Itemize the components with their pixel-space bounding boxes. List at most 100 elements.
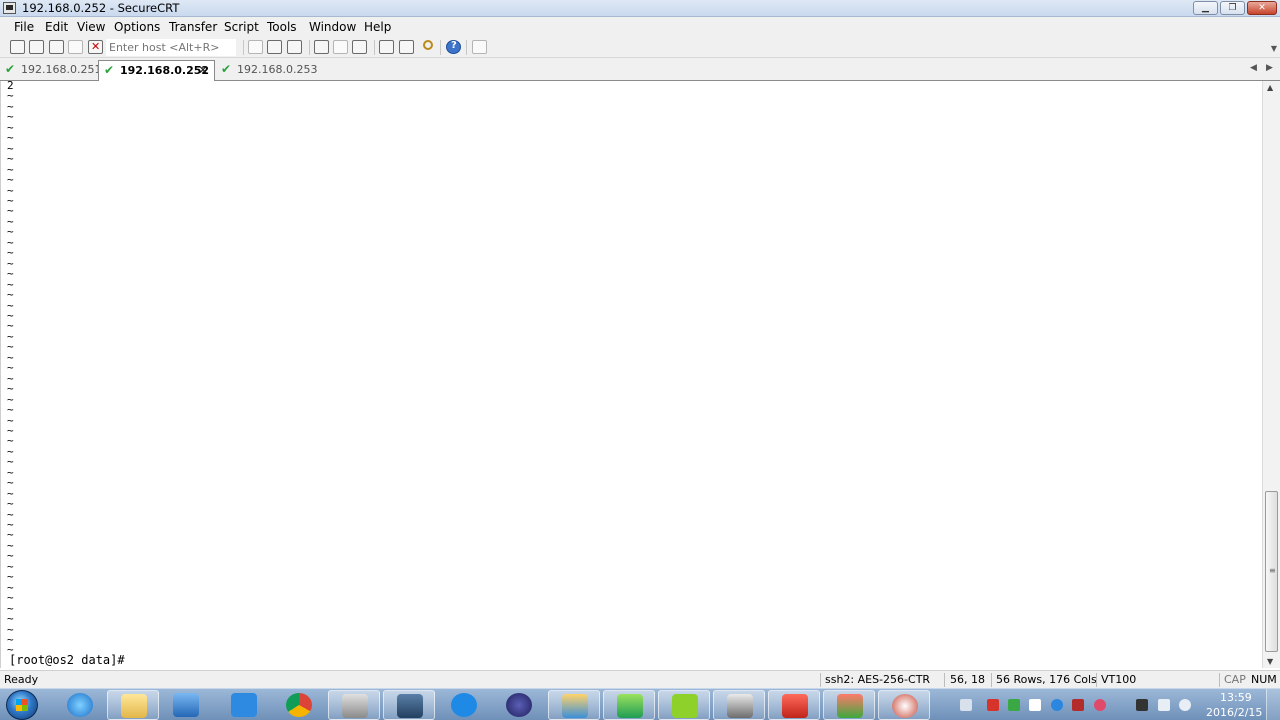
securecrt-app-icon[interactable] xyxy=(3,2,16,14)
status-divider xyxy=(944,673,945,687)
taskbar-pycharm[interactable] xyxy=(603,690,655,720)
connect-tab-icon[interactable] xyxy=(49,40,64,54)
help-icon[interactable] xyxy=(446,40,461,54)
connected-check-icon: ✔ xyxy=(221,62,232,76)
quick-connect-input[interactable] xyxy=(106,39,236,56)
taskbar-cloud-sync[interactable] xyxy=(218,690,270,720)
terminal-view[interactable]: 2 ~ ~ ~ ~ ~ ~ ~ ~ ~ ~ ~ ~ ~ ~ ~ ~ ~ ~ ~ … xyxy=(0,80,1262,668)
vim-empty-lines: ~ ~ ~ ~ ~ ~ ~ ~ ~ ~ ~ ~ ~ ~ ~ ~ ~ ~ ~ ~ … xyxy=(7,89,14,657)
menu-options[interactable]: Options xyxy=(114,20,160,34)
taskbar-internet-explorer[interactable] xyxy=(54,690,106,720)
disconnect-icon[interactable] xyxy=(88,40,103,54)
taskbar-terminal-app[interactable] xyxy=(328,690,380,720)
toolbar-overflow-icon[interactable]: ▼ xyxy=(1271,44,1277,53)
clock-date[interactable]: 2016/2/15 xyxy=(1206,706,1262,719)
session-options-icon[interactable] xyxy=(379,40,394,54)
menu-transfer[interactable]: Transfer xyxy=(169,20,217,34)
app-tray-icon[interactable] xyxy=(1008,699,1020,711)
grid-tray-icon[interactable] xyxy=(1029,699,1041,711)
taskbar-network-app[interactable] xyxy=(383,690,435,720)
eclipse-icon xyxy=(506,693,532,717)
xmind-icon xyxy=(782,694,808,718)
db-tool-icon xyxy=(837,694,863,718)
print-selection-icon[interactable] xyxy=(333,40,348,54)
tab-192-168-0-252[interactable]: ✔ 192.168.0.252 ✕ xyxy=(98,60,215,82)
taskbar-file-explorer[interactable] xyxy=(107,690,159,720)
terminal-scrollbar[interactable]: ▲ ≡ ▼ xyxy=(1262,81,1280,668)
taskbar-pen-app[interactable] xyxy=(438,690,490,720)
internet-explorer-icon xyxy=(67,693,93,717)
taskbar-chrome[interactable] xyxy=(273,690,325,720)
copy-icon[interactable] xyxy=(248,40,263,54)
start-button[interactable] xyxy=(6,690,38,720)
tab-scroll-right-icon[interactable]: ▶ xyxy=(1266,63,1273,73)
antivirus-tray-icon[interactable] xyxy=(1072,699,1084,711)
find-icon[interactable] xyxy=(287,40,302,54)
keymap-icon[interactable] xyxy=(419,40,434,54)
network-tray-icon[interactable] xyxy=(1158,699,1170,711)
terminal-output: 2 ~ ~ ~ ~ ~ ~ ~ ~ ~ ~ ~ ~ ~ ~ ~ ~ ~ ~ ~ … xyxy=(7,80,14,657)
tab-192-168-0-251[interactable]: ✔ 192.168.0.251 xyxy=(0,60,101,81)
taskbar-securecrt[interactable] xyxy=(713,690,765,720)
user-tray-icon[interactable] xyxy=(1136,699,1148,711)
minimize-button[interactable]: ▁ xyxy=(1193,1,1218,15)
menu-help[interactable]: Help xyxy=(364,20,391,34)
reconnect-icon[interactable] xyxy=(68,40,83,54)
status-divider xyxy=(820,673,821,687)
taskbar-db-tool[interactable] xyxy=(823,690,875,720)
status-emulation: VT100 xyxy=(1101,673,1137,686)
connect-icon[interactable] xyxy=(10,40,25,54)
sftp-icon[interactable] xyxy=(472,40,487,54)
menu-tools[interactable]: Tools xyxy=(267,20,297,34)
taskbar-eclipse[interactable] xyxy=(493,690,545,720)
keyboard-tray-icon[interactable] xyxy=(960,699,972,711)
cloud-sync-icon xyxy=(231,693,257,717)
window-title: 192.168.0.252 - SecureCRT xyxy=(22,1,180,15)
tab-192-168-0-253[interactable]: ✔ 192.168.0.253 xyxy=(216,60,317,81)
taskbar-mind-map[interactable] xyxy=(658,690,710,720)
print-setup-icon[interactable] xyxy=(352,40,367,54)
tab-scroll-left-icon[interactable]: ◀ xyxy=(1250,63,1257,73)
global-options-icon[interactable] xyxy=(399,40,414,54)
taskbar-dubbo[interactable] xyxy=(878,690,930,720)
quick-connect-icon[interactable] xyxy=(29,40,44,54)
scroll-up-icon[interactable]: ▲ xyxy=(1267,83,1273,92)
scroll-down-icon[interactable]: ▼ xyxy=(1267,657,1273,666)
pen-tray-icon[interactable] xyxy=(1051,699,1063,711)
show-desktop-button[interactable] xyxy=(1266,689,1280,720)
connected-check-icon: ✔ xyxy=(5,62,16,76)
clock-time[interactable]: 13:59 xyxy=(1220,691,1252,704)
taskbar-virtualbox[interactable] xyxy=(548,690,600,720)
close-button[interactable]: ✕ xyxy=(1247,1,1277,15)
status-divider xyxy=(991,673,992,687)
status-cursor-position: 56, 18 xyxy=(950,673,985,686)
toolbar-separator xyxy=(466,40,467,55)
file-explorer-icon xyxy=(121,694,147,718)
pen-app-icon xyxy=(451,693,477,717)
menu-view[interactable]: View xyxy=(77,20,105,34)
securecrt-icon xyxy=(727,694,753,718)
menu-file[interactable]: File xyxy=(14,20,34,34)
menu-window[interactable]: Window xyxy=(309,20,356,34)
menu-script[interactable]: Script xyxy=(224,20,259,34)
security-tray-icon[interactable] xyxy=(987,699,999,711)
status-text: Ready xyxy=(4,673,39,686)
toolbar-separator xyxy=(243,40,244,55)
taskbar-xmind[interactable] xyxy=(768,690,820,720)
paste-icon[interactable] xyxy=(267,40,282,54)
virtualbox-icon xyxy=(562,694,588,718)
volume-tray-icon[interactable] xyxy=(1179,699,1191,711)
session-tab-bar: ✔ 192.168.0.251 ✔ 192.168.0.252 ✕ ✔ 192.… xyxy=(0,58,1280,82)
taskbar-media-player[interactable] xyxy=(160,690,212,720)
toolbar-separator xyxy=(309,40,310,55)
music-tray-icon[interactable] xyxy=(1094,699,1106,711)
title-bar: 192.168.0.252 - SecureCRT ▁ ❐ ✕ xyxy=(0,0,1280,17)
toolbar-separator xyxy=(440,40,441,55)
menu-edit[interactable]: Edit xyxy=(45,20,68,34)
taskbar: 13:59 2016/2/15 xyxy=(0,688,1280,720)
print-icon[interactable] xyxy=(314,40,329,54)
restore-button[interactable]: ❐ xyxy=(1220,1,1245,15)
scrollbar-thumb[interactable]: ≡ xyxy=(1265,491,1278,652)
status-terminal-size: 56 Rows, 176 Cols xyxy=(996,673,1097,686)
tab-close-icon[interactable]: ✕ xyxy=(198,61,208,80)
